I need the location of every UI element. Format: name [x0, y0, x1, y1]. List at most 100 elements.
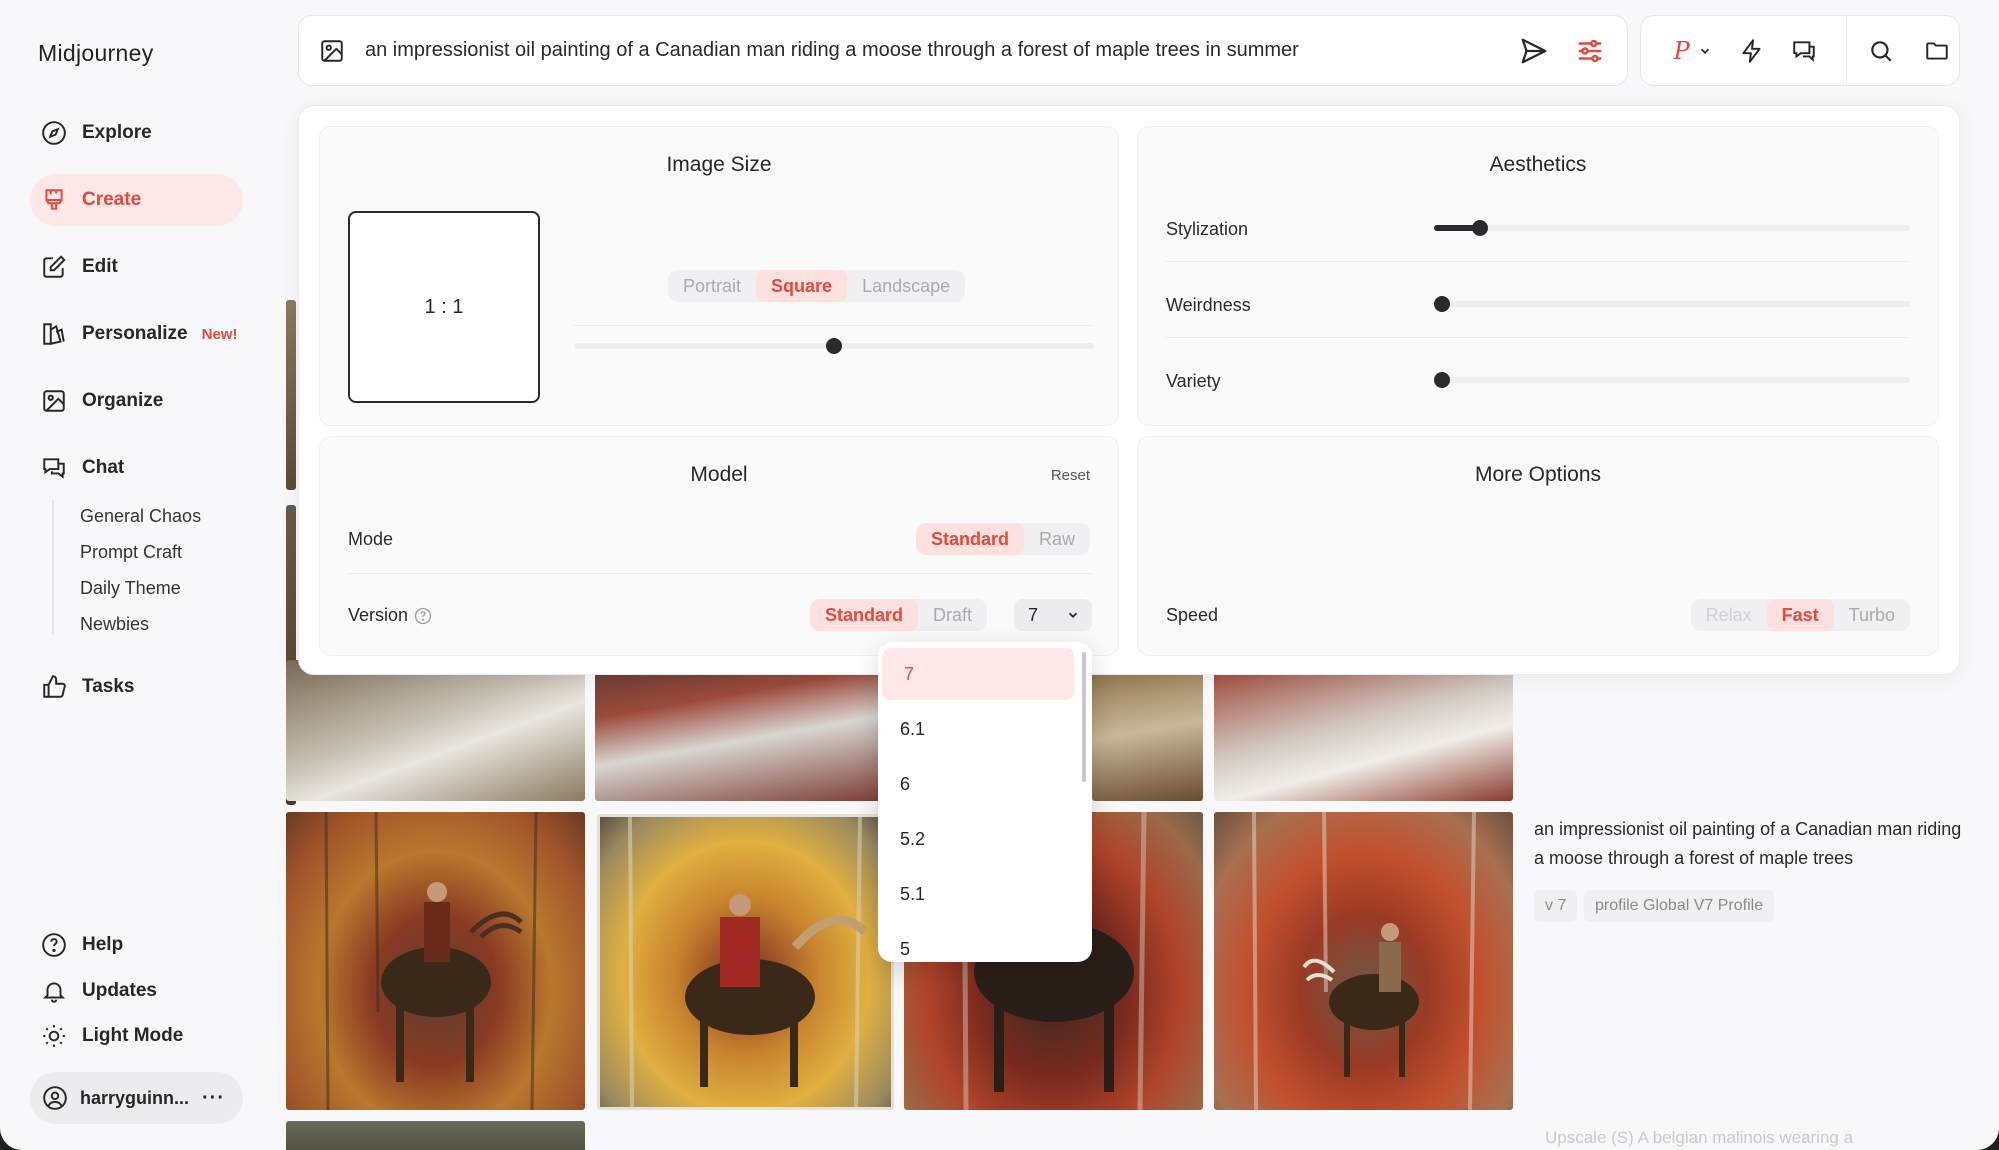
light-mode-toggle[interactable]: Light Mode [40, 1022, 183, 1050]
dropdown-scrollbar[interactable] [1082, 652, 1086, 782]
light-mode-label: Light Mode [82, 1025, 184, 1046]
personalize-toggle[interactable]: P [1659, 16, 1726, 85]
aspect-ratio-preview[interactable]: 1 : 1 [348, 211, 540, 403]
speed-turbo[interactable]: Turbo [1834, 599, 1910, 631]
chat-room-daily-theme[interactable]: Daily Theme [80, 578, 181, 599]
gallery-image[interactable] [286, 1121, 585, 1150]
chat-bubbles-icon[interactable] [1778, 16, 1830, 85]
version-option-6[interactable]: 6 [878, 758, 1074, 810]
orientation-portrait[interactable]: Portrait [668, 270, 756, 302]
gallery-image-edge [286, 300, 296, 490]
speed-fast[interactable]: Fast [1766, 599, 1834, 631]
nav-explore[interactable]: Explore [30, 107, 243, 159]
more-options-icon[interactable]: ··· [202, 1087, 225, 1110]
gallery-image-selected[interactable] [597, 814, 894, 1110]
user-name: harryguinn... [80, 1087, 190, 1108]
app-window: Midjourney Explore Create Edit Personali… [0, 0, 1999, 1150]
aspect-ratio-slider-handle[interactable] [826, 338, 842, 354]
chat-icon [40, 454, 68, 482]
prompt-bar: an impressionist oil painting of a Canad… [298, 15, 1628, 86]
gallery-image[interactable] [1092, 660, 1203, 801]
orientation-landscape[interactable]: Landscape [847, 270, 965, 302]
version-label: Version [348, 605, 409, 625]
chevron-down-icon [1066, 608, 1080, 622]
updates-link[interactable]: Updates [40, 977, 157, 1005]
chat-room-general-chaos[interactable]: General Chaos [80, 506, 201, 527]
profile-tag[interactable]: profile Global V7 Profile [1584, 890, 1775, 922]
aspect-ratio-value: 1 : 1 [424, 295, 464, 318]
gallery-image[interactable] [1214, 660, 1513, 801]
tools-bar: P [1640, 15, 1960, 86]
thumbs-up-icon [40, 673, 68, 701]
version-type-selector: Standard Draft [810, 599, 988, 631]
mode-raw[interactable]: Raw [1024, 523, 1090, 555]
version-draft[interactable]: Draft [918, 599, 987, 631]
chat-room-prompt-craft[interactable]: Prompt Craft [80, 542, 182, 563]
personalize-letter: P [1673, 36, 1690, 65]
nav-explore-label: Explore [82, 122, 152, 143]
user-menu[interactable]: harryguinn... ··· [30, 1072, 243, 1124]
version-option-6-1[interactable]: 6.1 [878, 703, 1074, 755]
nav-tasks[interactable]: Tasks [30, 661, 243, 713]
new-badge: New! [201, 325, 238, 343]
version-standard[interactable]: Standard [810, 599, 919, 631]
sun-icon [40, 1022, 68, 1050]
speed-label: Speed [1166, 605, 1219, 625]
version-option-5-1[interactable]: 5.1 [878, 868, 1074, 920]
weirdness-track[interactable] [1434, 301, 1910, 307]
gallery-image[interactable] [595, 660, 894, 801]
settings-panel: Image Size 1 : 1 Portrait Square Landsca… [298, 105, 1960, 675]
stylization-handle[interactable] [1472, 220, 1488, 236]
divider [1166, 261, 1910, 262]
version-tag[interactable]: v 7 [1534, 890, 1578, 922]
nav-create[interactable]: Create [30, 174, 243, 226]
help-link[interactable]: Help [40, 931, 123, 959]
stylization-track[interactable] [1434, 225, 1910, 231]
sidebar: Midjourney Explore Create Edit Personali… [0, 0, 270, 1150]
image-size-card: Image Size 1 : 1 Portrait Square Landsca… [319, 126, 1119, 426]
nav-organize[interactable]: Organize [30, 375, 243, 427]
orientation-selector: Portrait Square Landscape [668, 270, 966, 302]
chevron-down-icon [1698, 44, 1712, 58]
nav-tasks-label: Tasks [82, 676, 135, 697]
gallery-image[interactable] [286, 812, 585, 1110]
brush-icon [40, 186, 68, 214]
model-card: Model Reset Mode Standard Raw Version St… [319, 436, 1119, 656]
settings-sliders-icon[interactable] [1575, 36, 1605, 66]
speed-selector: Relax Fast Turbo [1690, 599, 1910, 631]
mode-standard[interactable]: Standard [915, 523, 1024, 555]
image-icon [40, 387, 68, 415]
nav-edit[interactable]: Edit [30, 241, 243, 293]
nav-personalize[interactable]: Personalize New! [30, 308, 243, 360]
variety-handle[interactable] [1434, 372, 1450, 388]
divider [574, 325, 1094, 326]
search-icon[interactable] [1847, 16, 1914, 85]
weirdness-handle[interactable] [1434, 296, 1450, 312]
version-option-5-2[interactable]: 5.2 [878, 813, 1074, 865]
app-logo[interactable]: Midjourney [38, 40, 154, 67]
gallery-image[interactable] [286, 660, 585, 801]
folder-icon[interactable] [1915, 16, 1959, 85]
gallery-image[interactable] [1214, 812, 1513, 1110]
image-caption: an impressionist oil painting of a Canad… [1534, 819, 1962, 868]
help-circle-icon[interactable] [414, 607, 432, 625]
lightning-icon[interactable] [1726, 16, 1778, 85]
edit-icon [40, 253, 68, 281]
chat-room-newbies[interactable]: Newbies [80, 614, 149, 635]
version-number-select[interactable]: 7 [1014, 599, 1092, 631]
mode-label: Mode [348, 529, 394, 549]
variety-track[interactable] [1434, 377, 1910, 383]
speed-relax[interactable]: Relax [1691, 599, 1767, 631]
variety-label: Variety [1166, 371, 1221, 391]
image-prompt-icon[interactable] [319, 38, 345, 64]
prompt-input[interactable]: an impressionist oil painting of a Canad… [365, 39, 1299, 62]
divider [1166, 337, 1910, 338]
version-dropdown: 7 6.1 6 5.2 5.1 5 [878, 642, 1092, 962]
more-options-title: More Options [1474, 463, 1602, 486]
version-option-5[interactable]: 5 [878, 923, 1074, 962]
nav-chat[interactable]: Chat [30, 442, 243, 494]
version-option-7[interactable]: 7 [882, 648, 1074, 700]
reset-button[interactable]: Reset [1051, 467, 1090, 484]
orientation-square[interactable]: Square [756, 270, 848, 302]
send-icon[interactable] [1519, 36, 1549, 66]
